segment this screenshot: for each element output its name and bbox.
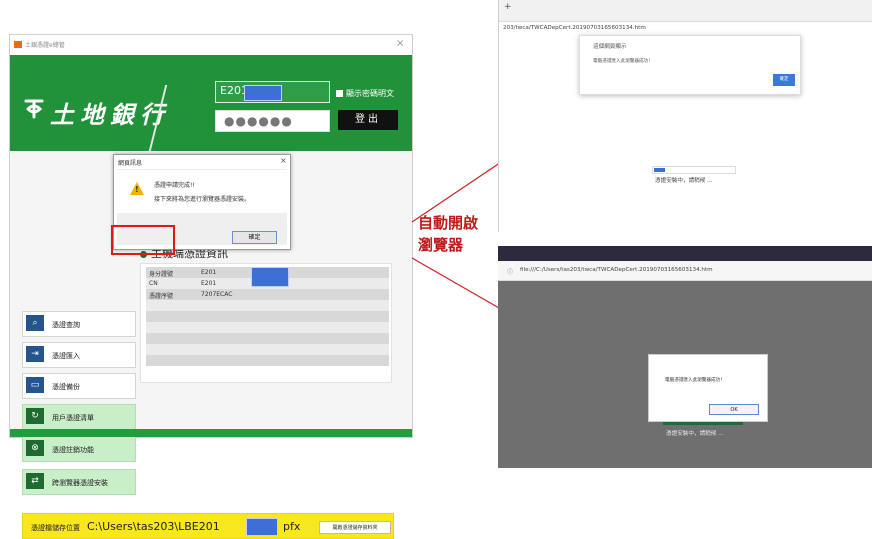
loading-text: 憑證安裝中，請稍候 ... — [666, 431, 724, 437]
cert-row — [146, 311, 389, 322]
menu-item-label: 憑證查詢 — [52, 321, 80, 329]
app-logo-icon — [14, 41, 22, 48]
refresh-icon: ↻ — [26, 408, 44, 424]
info-icon[interactable]: ⓘ — [507, 267, 513, 276]
progress-fill — [654, 168, 665, 172]
redaction-mask — [246, 518, 278, 536]
app-footer-strip — [10, 429, 412, 437]
warning-mark: ! — [135, 185, 139, 194]
browser-alert: 這個網頁顯示 電腦憑證匯入此瀏覽器成功！ 確定 — [579, 35, 801, 95]
cert-row — [146, 300, 389, 311]
alert-title: 這個網頁顯示 — [593, 44, 627, 50]
address-bar-row: ⓘ file:///C:/Users/tas203/twca/TWCADepCe… — [498, 261, 872, 281]
password-field[interactable]: ●●●●●● — [215, 110, 330, 132]
menu-item-cross-browser-install[interactable]: ⇄ 跨瀏覽器憑證安裝 — [22, 469, 136, 495]
show-password-toggle[interactable]: 顯示密碼明文 — [336, 88, 394, 99]
import-icon: ⇥ — [26, 346, 44, 362]
show-password-label: 顯示密碼明文 — [346, 89, 394, 98]
cert-path-label: 憑證檔儲存位置 — [31, 524, 80, 532]
alert-message: 電腦憑證匯入此瀏覽器成功！ — [593, 59, 653, 64]
address-bar[interactable]: 203/twca/TWCADepCert.20190703165603134.h… — [503, 25, 646, 31]
browser-window-top: + 203/twca/TWCADepCert.20190703165603134… — [498, 0, 872, 232]
redaction-mask — [244, 85, 282, 101]
address-bar[interactable]: file:///C:/Users/tas203/twca/TWCADepCert… — [520, 267, 713, 273]
cert-row: 憑證序號 7207ECAC — [146, 289, 389, 300]
cert-row — [146, 344, 389, 355]
alert-ok-button[interactable]: 確定 — [773, 74, 795, 86]
menu-item-label: 跨瀏覽器憑證安裝 — [52, 479, 108, 487]
app-title: 土銀憑證e總管 — [25, 42, 65, 49]
dialog-title: 網頁訊息 — [118, 160, 143, 167]
alert-ok-button[interactable]: OK — [709, 404, 759, 415]
close-icon[interactable]: × — [396, 38, 404, 49]
ok-button-highlight — [111, 225, 175, 255]
cross-browser-icon: ⇄ — [26, 473, 44, 489]
dialog-message-line1: 憑證申請完成!! — [154, 182, 195, 189]
auto-open-label-line2: 瀏覽器 — [418, 236, 464, 254]
cert-row — [146, 333, 389, 344]
cert-path-bar: 憑證檔儲存位置 C:\Users\tas203\LBE201 pfx 開啟憑證儲… — [22, 513, 394, 539]
menu-item-cert-import[interactable]: ⇥ 憑證匯入 — [22, 342, 136, 368]
dialog-ok-button[interactable]: 確定 — [232, 231, 277, 244]
cert-row-value: E201 — [201, 269, 217, 276]
redaction-mask — [251, 267, 289, 287]
certificate-search-icon: ⌕ — [26, 315, 44, 331]
browser-tab-bar: + — [499, 0, 872, 22]
cert-row — [146, 355, 389, 366]
menu-item-cert-revoke[interactable]: ⊗ 憑證註銷功能 — [22, 436, 136, 462]
cert-path-extension: pfx — [283, 520, 301, 533]
show-password-checkbox[interactable] — [336, 90, 343, 97]
logout-button[interactable]: 登出 — [338, 110, 398, 130]
cert-row-key: 身分證號 — [149, 271, 174, 278]
cert-path-value: C:\Users\tas203\LBE201 — [87, 520, 220, 533]
cert-row-key: 憑證序號 — [149, 293, 174, 300]
browser-window-bottom: ⓘ file:///C:/Users/tas203/twca/TWCADepCe… — [498, 246, 872, 468]
alert-message: 電腦憑證匯入此瀏覽器成功！ — [665, 378, 725, 383]
loading-text: 憑證安裝中，請稍候 ... — [655, 178, 713, 184]
menu-item-cert-backup[interactable]: ▭ 憑證備份 — [22, 373, 136, 399]
menu-item-label: 憑證備份 — [52, 383, 80, 391]
dialog-message-line2: 接下來將為您進行瀏覽器憑證安裝。 — [154, 196, 251, 203]
bank-logo-icon — [24, 99, 44, 119]
browser-title-strip — [498, 246, 872, 261]
menu-item-label: 憑證註銷功能 — [52, 446, 94, 454]
app-titlebar: 土銀憑證e總管 × — [10, 35, 412, 55]
cert-row — [146, 322, 389, 333]
auto-open-label-line1: 自動開啟 — [418, 214, 479, 232]
app-header: 土地銀行 E201 ●●●●●● 顯示密碼明文 登出 — [10, 55, 412, 167]
new-tab-icon[interactable]: + — [504, 2, 512, 12]
cert-row-value: E201 — [201, 280, 217, 287]
install-progress-bar — [652, 166, 736, 174]
revoke-icon: ⊗ — [26, 440, 44, 456]
browser-alert: 電腦憑證匯入此瀏覽器成功！ OK — [648, 354, 768, 422]
close-icon[interactable]: × — [280, 156, 287, 165]
cert-row-value: 7207ECAC — [201, 291, 233, 298]
menu-item-user-cert-list[interactable]: ↻ 用戶憑證清單 — [22, 404, 136, 430]
menu-item-label: 憑證匯入 — [52, 352, 80, 360]
folder-icon: ▭ — [26, 377, 44, 393]
open-folder-button[interactable]: 開啟憑證儲存資料夾 — [319, 521, 391, 534]
menu-item-label: 用戶憑證清單 — [52, 414, 94, 422]
cert-row-key: CN — [149, 280, 158, 287]
menu-item-cert-query[interactable]: ⌕ 憑證查詢 — [22, 311, 136, 337]
auto-open-browser-label: 自動開啟 瀏覽器 — [418, 212, 492, 256]
brand-name: 土地銀行 — [50, 100, 170, 129]
